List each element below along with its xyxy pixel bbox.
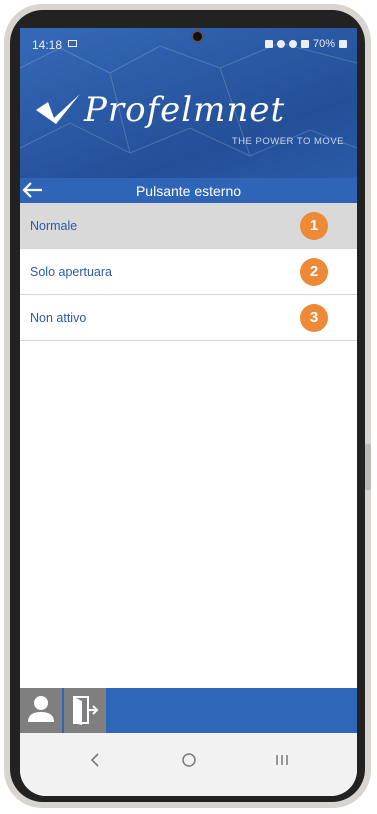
option-solo-apertura[interactable]: Solo apertuara 2 [20, 249, 357, 295]
brand-logo: Profelmnet THE POWER TO MOVE [34, 88, 354, 158]
option-number-badge: 3 [300, 304, 328, 332]
bluetooth-icon [276, 40, 285, 48]
logo-tagline: THE POWER TO MOVE [231, 136, 344, 147]
option-label: Solo apertuara [30, 265, 113, 279]
front-camera [191, 30, 204, 43]
status-indicators: 70% [264, 38, 347, 50]
option-label: Non attivo [30, 311, 87, 325]
nav-home-button[interactable] [180, 751, 198, 774]
option-non-attivo[interactable]: Non attivo 3 [20, 295, 357, 341]
option-number-badge: 2 [300, 258, 328, 286]
title-toolbar: Pulsante esterno [20, 178, 357, 203]
gallery-notification-icon [68, 40, 77, 47]
option-label: Normale [30, 219, 78, 233]
phone-side-button [365, 444, 371, 490]
options-list: Normale 1 Solo apertuara 2 Non attivo 3 [20, 203, 357, 341]
notification-icon [264, 40, 273, 48]
app-header: 14:18 70% Profelmnet THE POWER TO MOVE [20, 28, 357, 178]
page-title: Pulsante esterno [135, 183, 242, 199]
bottom-action-bar [20, 688, 357, 733]
option-normale[interactable]: Normale 1 [20, 203, 357, 249]
logo-swoosh-icon [36, 94, 80, 124]
recent-apps-icon [276, 755, 288, 765]
signal-icon [300, 40, 309, 48]
option-number-badge: 1 [300, 212, 328, 240]
status-time: 14:18 [32, 38, 63, 52]
battery-icon [339, 40, 347, 48]
user-icon [28, 696, 54, 722]
circle-home-icon [182, 753, 196, 767]
battery-level: 70% [312, 38, 335, 50]
status-bar: 14:18 70% [20, 28, 357, 56]
android-navigation-bar [20, 733, 357, 796]
user-button[interactable] [20, 688, 62, 733]
nav-recent-button[interactable] [274, 751, 290, 774]
app-screen: 14:18 70% Profelmnet THE POWER TO MOVE P… [20, 28, 357, 796]
nav-back-button[interactable] [88, 751, 102, 774]
logo-text: Profelmnet [84, 90, 286, 130]
exit-button[interactable] [64, 688, 106, 733]
chevron-left-icon [90, 753, 99, 767]
wifi-icon [288, 40, 297, 48]
door-exit-icon [73, 696, 99, 725]
